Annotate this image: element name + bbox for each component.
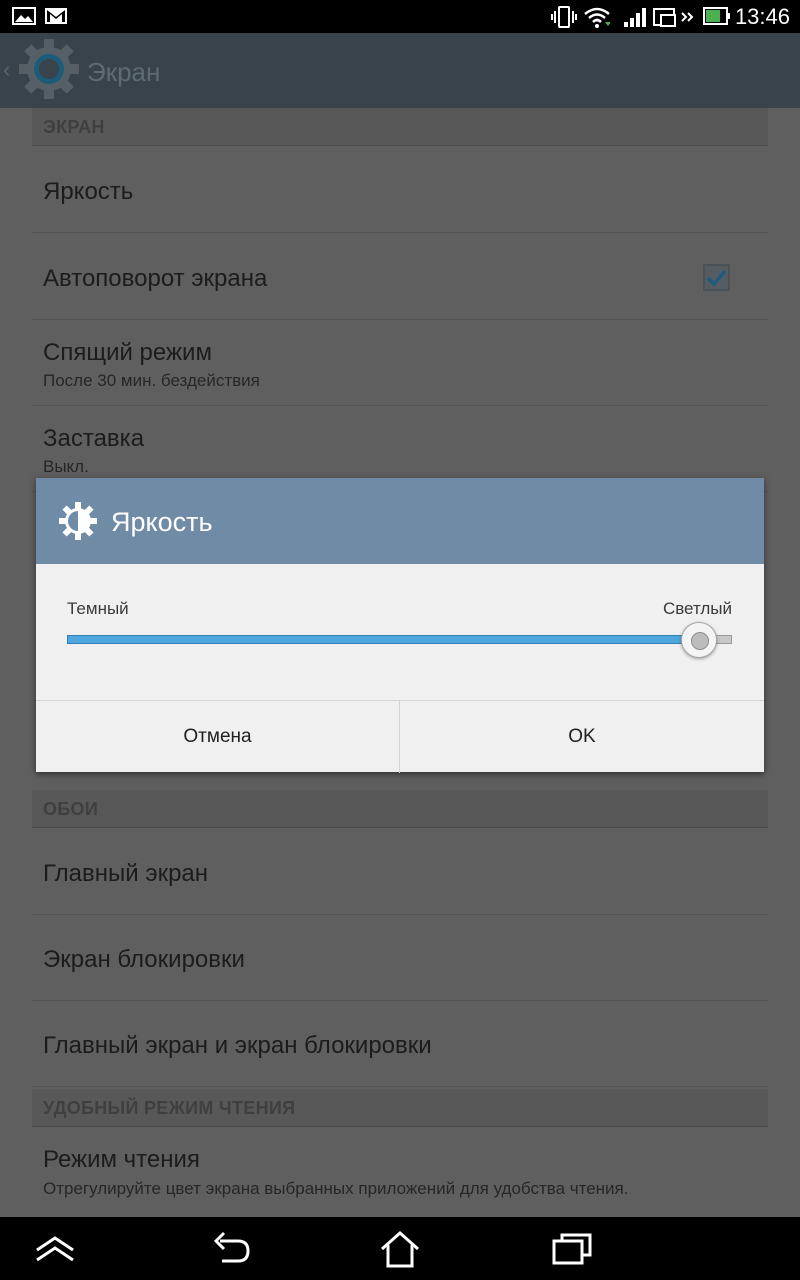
back-icon[interactable]: [206, 1227, 254, 1271]
slider-fill: [67, 635, 699, 644]
screen-mirror-icon: [653, 6, 697, 28]
vibrate-icon: [551, 6, 577, 28]
ok-button[interactable]: OK: [400, 701, 764, 773]
setting-summary: После 30 мин. бездействия: [43, 371, 260, 390]
action-bar: ‹ Экран: [0, 33, 800, 108]
setting-title: Главный экран: [43, 860, 209, 887]
dialog-title: Яркость: [111, 507, 213, 537]
settings-gear-icon[interactable]: [18, 38, 80, 105]
section-header-label: ОБОИ: [43, 799, 99, 819]
section-header-wallpaper: ОБОИ: [32, 790, 768, 828]
setting-brightness[interactable]: Яркость: [32, 147, 768, 233]
page-title: Экран: [87, 57, 161, 87]
brightness-dialog: Яркость Темный Светлый Отмена OK: [36, 478, 764, 773]
setting-title: Экран блокировки: [43, 946, 245, 973]
setting-title: Яркость: [43, 178, 134, 205]
signal-icon: [623, 6, 649, 28]
slider-min-label: Темный: [67, 599, 129, 618]
status-bar: 13:46: [0, 0, 800, 33]
section-header-label: УДОБНЫЙ РЕЖИМ ЧТЕНИЯ: [43, 1098, 296, 1118]
checkmark-icon: [706, 269, 727, 287]
section-header-label: ЭКРАН: [43, 117, 105, 137]
gmail-icon: [44, 6, 68, 26]
recent-apps-icon[interactable]: [548, 1227, 596, 1271]
setting-wallpaper-lock[interactable]: Экран блокировки: [32, 915, 768, 1001]
battery-icon: [703, 6, 731, 26]
section-header-reading: УДОБНЫЙ РЕЖИМ ЧТЕНИЯ: [32, 1089, 768, 1127]
setting-sleep[interactable]: Спящий режим После 30 мин. бездействия: [32, 320, 768, 406]
brightness-slider[interactable]: [67, 622, 732, 658]
setting-reading-mode[interactable]: Режим чтения Отрегулируйте цвет экрана в…: [32, 1128, 768, 1217]
gallery-icon: [12, 6, 36, 26]
brightness-icon: [58, 501, 98, 546]
setting-wallpaper-home[interactable]: Главный экран: [32, 829, 768, 915]
autorotate-checkbox[interactable]: [703, 264, 730, 291]
dialog-header: Яркость: [36, 478, 764, 564]
section-header-screen: ЭКРАН: [32, 108, 768, 146]
hide-keyboard-icon[interactable]: [31, 1227, 79, 1271]
setting-autorotate[interactable]: Автоповорот экрана: [32, 234, 768, 320]
setting-wallpaper-both[interactable]: Главный экран и экран блокировки: [32, 1001, 768, 1087]
up-caret-icon[interactable]: ‹: [3, 57, 10, 83]
setting-title: Автоповорот экрана: [43, 265, 268, 292]
home-icon[interactable]: [376, 1227, 424, 1271]
slider-thumb[interactable]: [681, 622, 717, 658]
navigation-bar: [0, 1217, 800, 1280]
clock: 13:46: [734, 4, 790, 29]
dialog-buttons: Отмена OK: [36, 700, 764, 773]
setting-title: Заставка: [43, 425, 145, 452]
wifi-icon: [584, 6, 610, 28]
setting-summary: Отрегулируйте цвет экрана выбранных прил…: [43, 1179, 629, 1198]
cancel-button[interactable]: Отмена: [36, 701, 400, 773]
setting-title: Спящий режим: [43, 339, 212, 366]
slider-max-label: Светлый: [662, 599, 732, 618]
setting-summary: Выкл.: [43, 457, 89, 476]
setting-title: Режим чтения: [43, 1146, 200, 1173]
setting-title: Главный экран и экран блокировки: [43, 1032, 432, 1059]
